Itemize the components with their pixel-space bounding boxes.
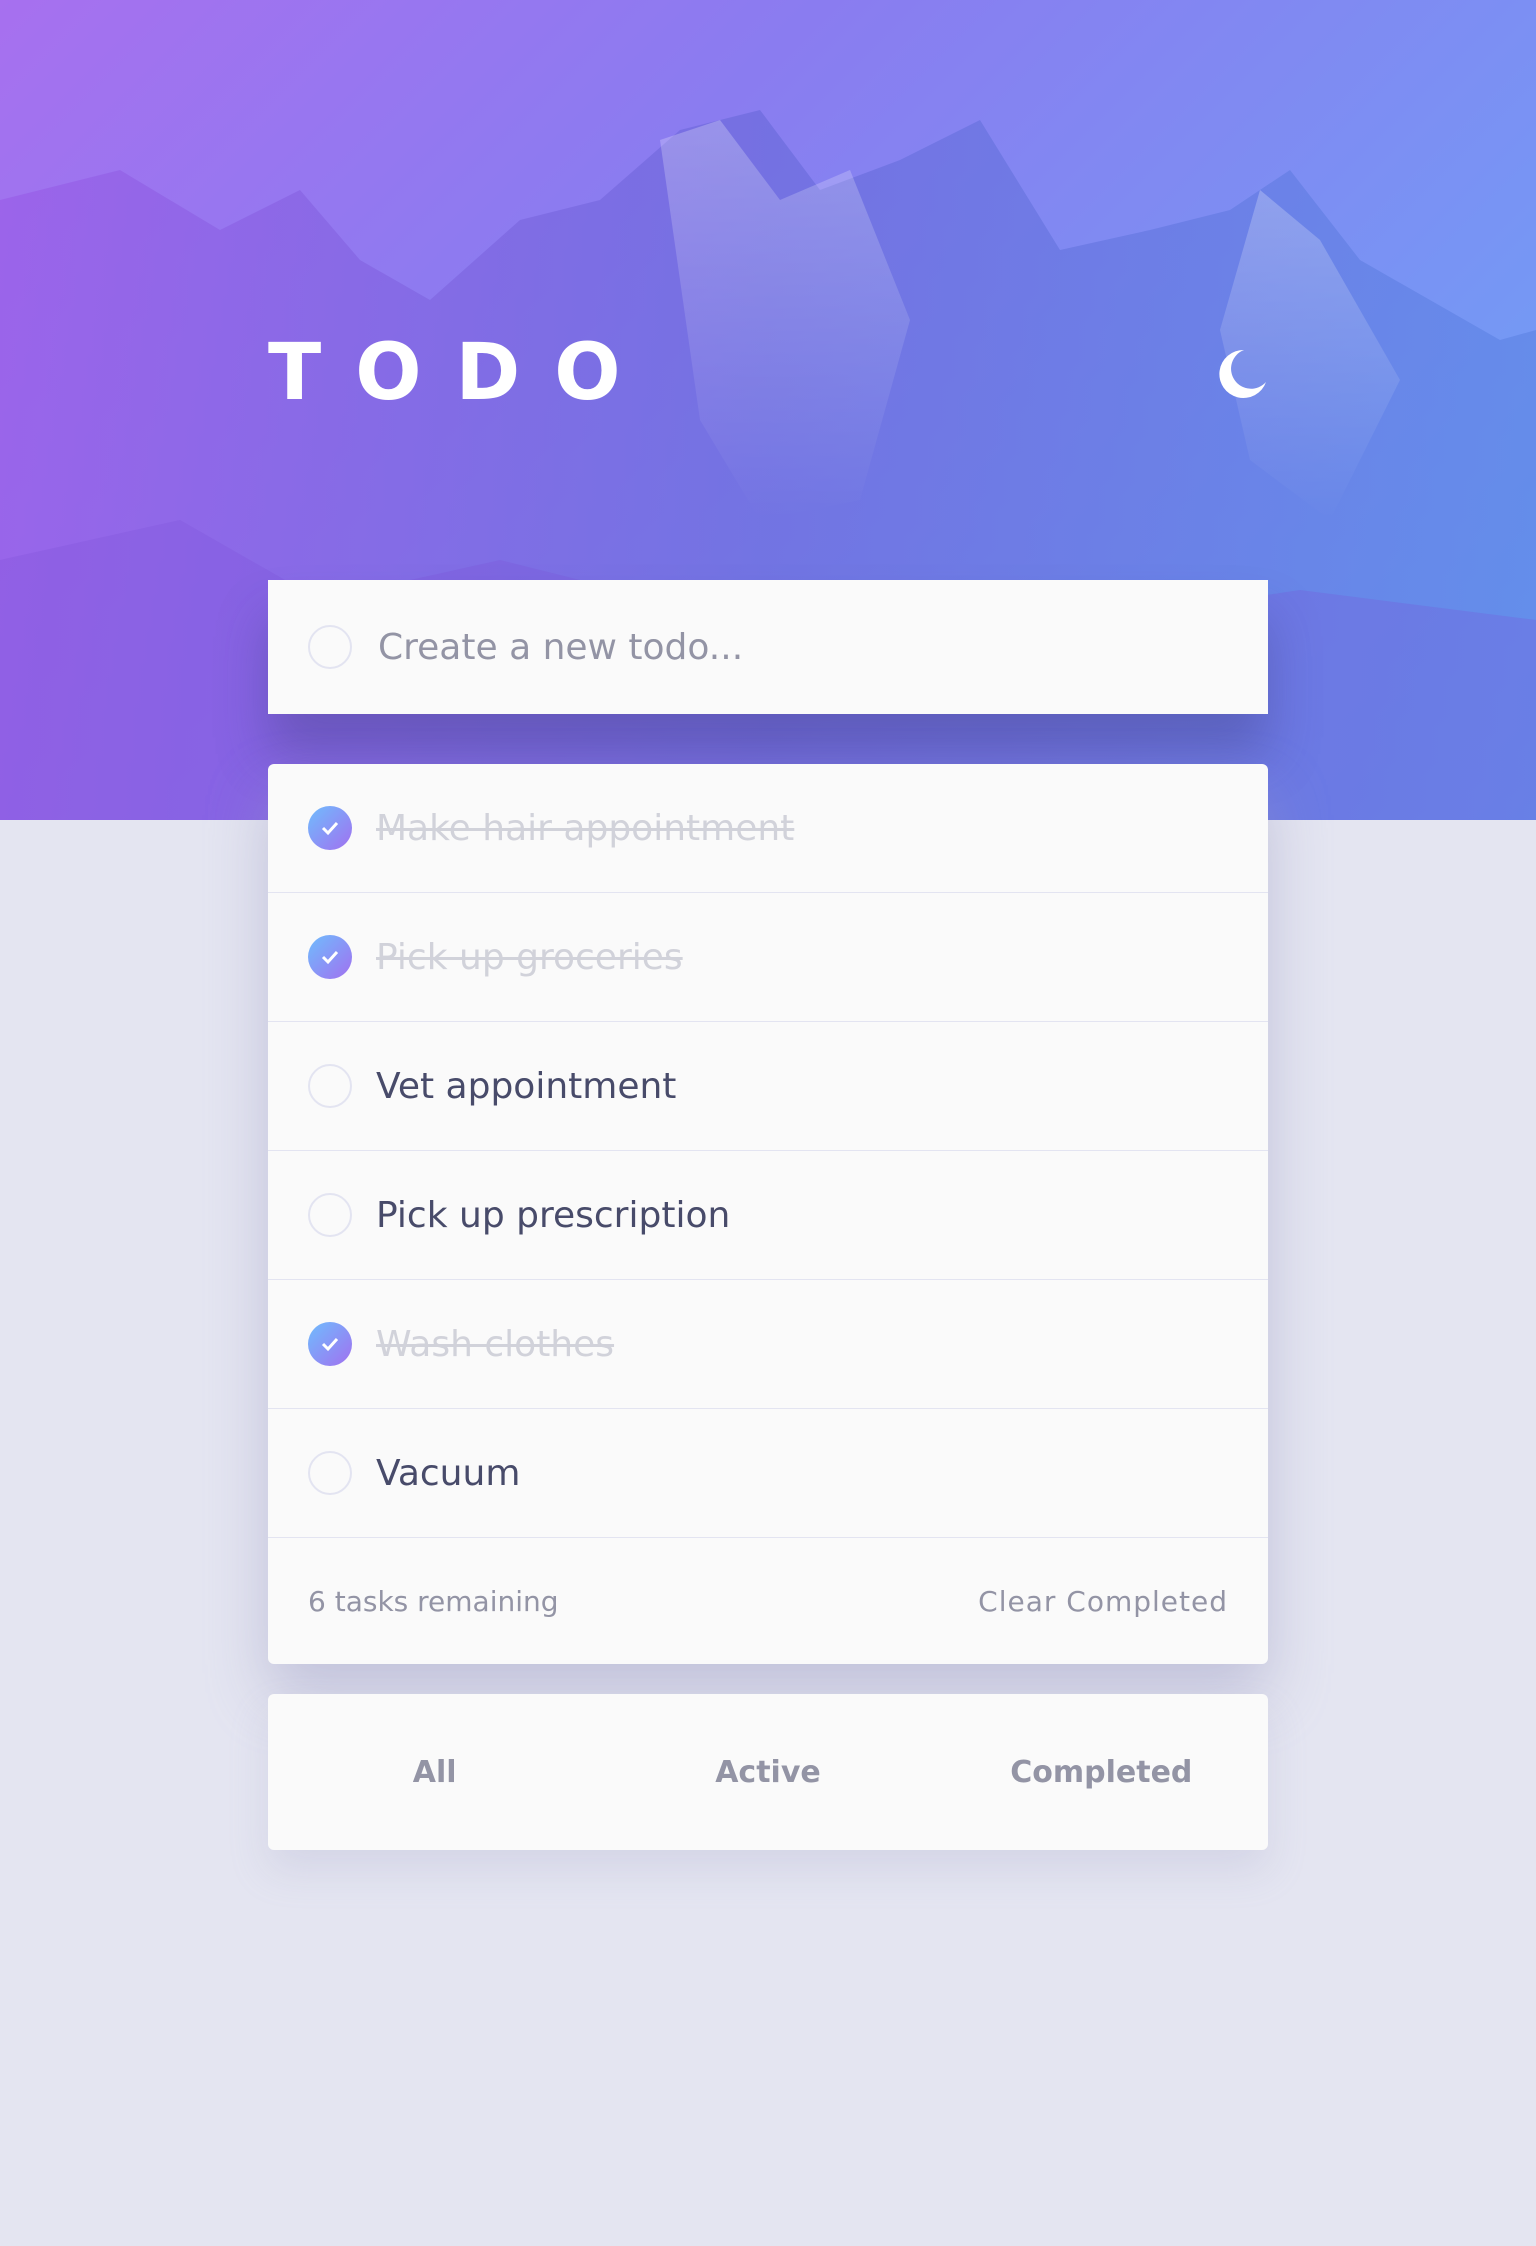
- theme-toggle-button[interactable]: [1214, 346, 1270, 402]
- todo-label: Pick up groceries: [376, 936, 683, 978]
- todo-checkbox[interactable]: [308, 1193, 352, 1237]
- todo-label: Make hair appointment: [376, 807, 795, 849]
- todo-item[interactable]: Vacuum: [268, 1409, 1268, 1538]
- new-todo-bar: [268, 580, 1268, 714]
- todo-checkbox[interactable]: [308, 1064, 352, 1108]
- todo-item[interactable]: Wash clothes: [268, 1280, 1268, 1409]
- filter-completed-button[interactable]: Completed: [935, 1755, 1268, 1790]
- todo-label: Vacuum: [376, 1452, 521, 1494]
- todo-item[interactable]: Pick up groceries: [268, 893, 1268, 1022]
- todo-list: Make hair appointment Pick up groceries …: [268, 764, 1268, 1664]
- todo-label: Wash clothes: [376, 1323, 615, 1365]
- app-title: TODO: [268, 328, 655, 418]
- todo-item[interactable]: Vet appointment: [268, 1022, 1268, 1151]
- moon-icon: [1219, 349, 1266, 398]
- clear-completed-button[interactable]: Clear Completed: [978, 1585, 1228, 1618]
- check-icon: [321, 1337, 339, 1352]
- new-todo-input[interactable]: [376, 616, 1200, 678]
- filter-active-button[interactable]: Active: [601, 1755, 934, 1790]
- filter-all-button[interactable]: All: [268, 1755, 601, 1790]
- todo-item[interactable]: Pick up prescription: [268, 1151, 1268, 1280]
- todo-checkbox[interactable]: [308, 1451, 352, 1495]
- todo-checkbox[interactable]: [308, 806, 352, 850]
- items-remaining-count: 6 tasks remaining: [308, 1584, 559, 1618]
- todo-checkbox[interactable]: [308, 935, 352, 979]
- todo-label: Vet appointment: [376, 1065, 677, 1107]
- check-icon: [321, 821, 339, 836]
- list-footer: 6 tasks remaining Clear Completed: [268, 1538, 1268, 1664]
- todo-item[interactable]: Make hair appointment: [268, 764, 1268, 893]
- filter-bar: All Active Completed: [268, 1694, 1268, 1850]
- check-icon: [321, 950, 339, 965]
- todo-label: Pick up prescription: [376, 1194, 731, 1236]
- new-todo-circle[interactable]: [308, 625, 352, 669]
- todo-checkbox[interactable]: [308, 1322, 352, 1366]
